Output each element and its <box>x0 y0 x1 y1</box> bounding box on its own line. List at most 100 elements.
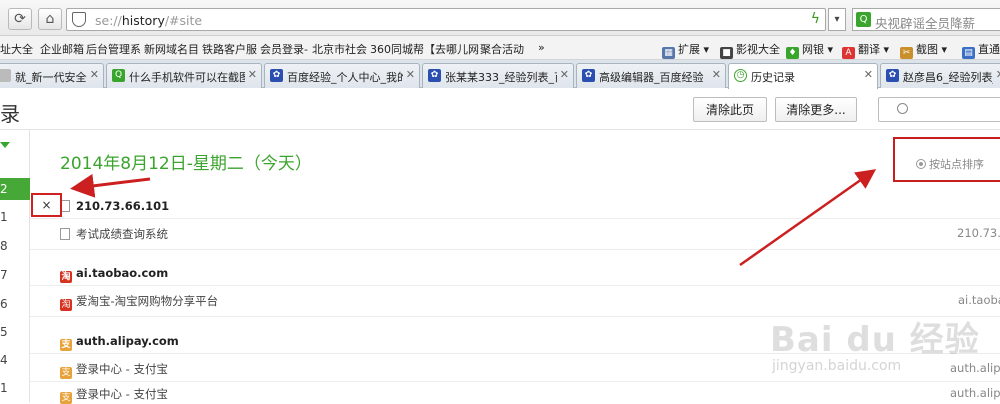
bookmark-item[interactable]: 企业邮箱 <box>40 41 84 57</box>
history-item[interactable]: 考试成绩查询系统 <box>60 226 168 244</box>
bookmark-item[interactable]: 北京市社会 <box>312 41 367 57</box>
site-group-header[interactable]: 淘 ai.taobao.com <box>60 266 168 284</box>
close-icon[interactable]: ✕ <box>248 68 257 81</box>
history-item-title[interactable]: 登录中心 - 支付宝 <box>76 387 168 401</box>
delete-item-button[interactable]: × <box>31 193 62 217</box>
toolbar-bank[interactable]: ♦ 网银 ▾ <box>786 41 833 59</box>
history-item[interactable]: 支登录中心 - 支付宝 <box>60 361 168 379</box>
search-text: 央视辟谣全员降薪 <box>875 16 976 31</box>
tab-label: 就_新一代安全上网 <box>15 71 87 84</box>
close-icon[interactable]: ✕ <box>864 68 873 81</box>
history-search-input[interactable] <box>878 97 1000 122</box>
collapse-arrow-icon[interactable] <box>0 142 10 148</box>
bookmark-item[interactable]: 铁路客户服 <box>202 41 257 57</box>
tab[interactable]: ✿ 赵彦昌6_经验列表_百度 ✕ <box>880 63 1000 88</box>
search-icon <box>897 103 908 114</box>
sidebar-date-item[interactable]: 1 <box>0 206 30 228</box>
history-item-title[interactable]: 爱淘宝-淘宝网购物分享平台 <box>76 294 218 308</box>
clear-page-button[interactable]: 清除此页 <box>693 97 767 122</box>
site-domain: ai.taobao.com <box>76 266 169 280</box>
sidebar-date-item[interactable]: 6 <box>0 293 30 315</box>
site-group-header[interactable]: 支 auth.alipay.com <box>60 334 179 352</box>
close-icon[interactable]: ✕ <box>406 68 415 81</box>
site-domain: auth.alipay.com <box>76 334 179 348</box>
sidebar-date-item[interactable]: 4 <box>0 349 30 371</box>
history-header: 录 清除此页 清除更多... <box>0 88 1000 130</box>
tab[interactable]: 就_新一代安全上网 ✕ <box>0 63 104 88</box>
tab[interactable]: ✿ 张某某333_经验列表_百度 ✕ <box>422 63 574 88</box>
tab[interactable]: ✿ 百度经验_个人中心_我的 ✕ <box>264 63 420 88</box>
bookmark-item[interactable]: 新网域名目 <box>144 41 199 57</box>
bookmarks-bar: 址大全 企业邮箱 后台管理系 新网域名目 铁路客户服 会员登录- 北京市社会 3… <box>0 36 1000 60</box>
tab[interactable]: Q 什么手机软件可以在截图 ✕ <box>106 63 262 88</box>
close-icon[interactable]: ✕ <box>712 68 721 81</box>
refresh-icon[interactable]: ⟳ <box>8 8 32 30</box>
sidebar-date-item[interactable]: 8 <box>0 235 30 257</box>
taobao-icon: 淘 <box>60 271 72 283</box>
paw-icon: ✿ <box>582 69 595 82</box>
paw-icon: ✿ <box>270 69 283 82</box>
search-engine-icon[interactable]: Q <box>856 12 871 27</box>
page-icon <box>0 69 11 82</box>
puzzle-icon: ▦ <box>662 47 675 59</box>
toolbar-screenshot[interactable]: ✂ 截图 ▾ <box>900 41 947 59</box>
bookmark-item[interactable]: 【去哪儿网 <box>424 41 479 57</box>
history-item-title[interactable]: 登录中心 - 支付宝 <box>76 362 168 376</box>
toolbar-direct[interactable]: ▤ 直通 <box>962 41 1000 59</box>
history-item-title[interactable]: 考试成绩查询系统 <box>76 227 168 241</box>
history-item[interactable]: 支登录中心 - 支付宝 <box>60 386 168 404</box>
toolbar-label: 截图 <box>916 43 938 56</box>
bookmark-item[interactable]: 聚合活动 <box>480 41 524 57</box>
sidebar-date-item[interactable]: 7 <box>0 264 30 286</box>
tab-label: 历史记录 <box>751 71 795 84</box>
day-heading: 2014年8月12日-星期二（今天） <box>60 154 312 174</box>
close-icon: × <box>41 198 52 212</box>
close-icon[interactable]: ✕ <box>90 68 99 81</box>
film-icon: ■ <box>720 47 733 59</box>
clear-more-button[interactable]: 清除更多... <box>775 97 857 122</box>
history-item-url: auth.alipa <box>950 386 1000 400</box>
bookmark-item[interactable]: 会员登录- <box>260 41 308 57</box>
address-bar: ⟳ ⌂ se://history/#site ϟ ▾ Q 央视辟谣全员降薪 <box>0 0 1000 36</box>
toolbar-label: 翻译 <box>858 43 880 56</box>
sidebar-date-item[interactable]: 1 <box>0 377 30 399</box>
history-item[interactable]: 淘爱淘宝-淘宝网购物分享平台 <box>60 293 218 311</box>
translate-icon: A <box>842 47 855 59</box>
tab-label: 赵彦昌6_经验列表_百度 <box>903 71 993 84</box>
divider <box>30 249 1000 250</box>
paw-icon: ✿ <box>428 69 441 82</box>
tab-label: 高级编辑器_百度经验 <box>599 71 704 84</box>
url-dropdown-button[interactable]: ▾ <box>828 8 846 31</box>
divider <box>30 381 1000 382</box>
divider <box>30 285 1000 286</box>
alipay-shield-icon: 支 <box>60 367 72 379</box>
page-icon: ▤ <box>962 47 975 59</box>
site-group-header[interactable]: 210.73.66.101 <box>60 199 169 217</box>
toolbar-video[interactable]: ■ 影视大全 <box>720 41 780 59</box>
tab-label: 张某某333_经验列表_百度 <box>445 71 557 84</box>
close-icon[interactable]: ✕ <box>996 68 1000 81</box>
tab-label: 百度经验_个人中心_我的 <box>287 71 403 84</box>
page-title: 录 <box>0 102 20 126</box>
url-text: se://history/#site <box>95 13 203 28</box>
url-input[interactable]: se://history/#site ϟ <box>66 8 826 31</box>
bookmark-item[interactable]: 址大全 <box>0 41 33 57</box>
bookmark-item[interactable]: 360同城帮 <box>370 41 424 57</box>
tab-history-active[interactable]: ◷ 历史记录 ✕ <box>728 63 878 89</box>
lightning-icon[interactable]: ϟ <box>811 11 820 27</box>
paw-icon: ✿ <box>886 69 899 82</box>
bookmark-item[interactable]: 后台管理系 <box>86 41 141 57</box>
sidebar-date-item[interactable]: 2 <box>0 178 30 200</box>
sidebar-date-item[interactable]: 5 <box>0 321 30 343</box>
date-sidebar: 2 1 8 7 6 5 4 1 <box>0 130 30 402</box>
tab[interactable]: ✿ 高级编辑器_百度经验 ✕ <box>576 63 726 88</box>
page-icon <box>60 228 70 240</box>
search-input[interactable]: Q 央视辟谣全员降薪 <box>852 8 1000 31</box>
history-item-url: auth.alipa <box>950 361 1000 375</box>
history-item-url: 210.73.6 <box>957 226 1000 240</box>
toolbar-translate[interactable]: A 翻译 ▾ <box>842 41 889 59</box>
home-icon[interactable]: ⌂ <box>38 8 62 30</box>
bookmarks-more-button[interactable]: » <box>538 41 545 54</box>
close-icon[interactable]: ✕ <box>560 68 569 81</box>
toolbar-extensions[interactable]: ▦ 扩展 ▾ <box>662 41 709 59</box>
